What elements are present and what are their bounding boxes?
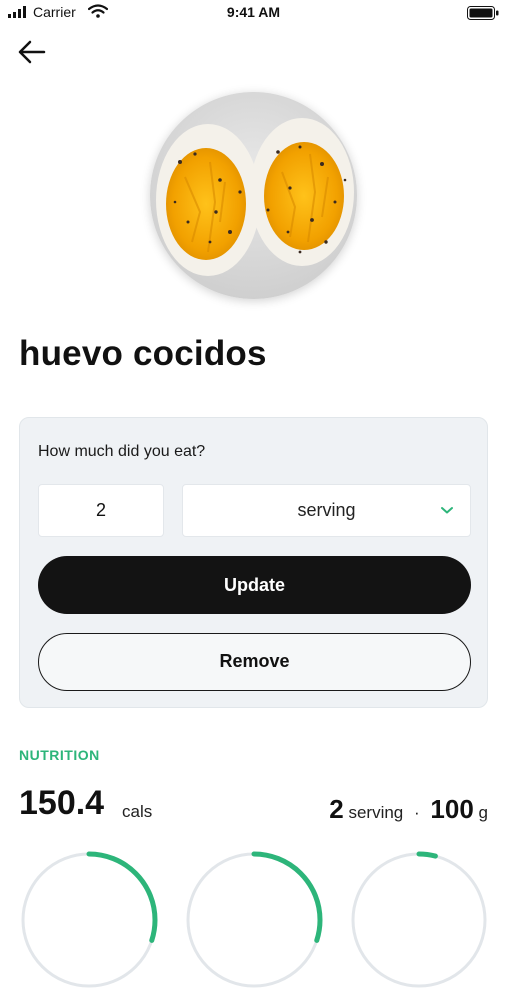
weight-unit: g	[478, 803, 488, 822]
serving-summary: 2 serving · 100 g	[329, 794, 488, 825]
macro-ring-2	[185, 851, 323, 989]
quantity-input[interactable]	[38, 484, 164, 537]
macro-ring-1	[20, 851, 158, 989]
weight-value: 100	[430, 794, 474, 824]
food-title: huevo cocidos	[19, 334, 267, 373]
servings-count: 2	[329, 794, 344, 824]
back-button[interactable]	[14, 38, 48, 66]
food-photo	[150, 92, 357, 299]
back-arrow-icon	[18, 40, 46, 64]
battery-icon	[467, 6, 499, 20]
update-button[interactable]: Update	[38, 556, 471, 614]
unit-select-value: serving	[297, 500, 356, 520]
servings-unit: serving	[348, 803, 404, 822]
remove-button[interactable]: Remove	[38, 633, 471, 691]
status-time: 9:41 AM	[226, 4, 281, 20]
portion-question: How much did you eat?	[38, 443, 206, 460]
status-bar: Carrier 9:41 AM	[0, 0, 507, 26]
macro-ring-3	[350, 851, 488, 989]
unit-select[interactable]: serving	[182, 484, 471, 537]
portion-card: How much did you eat? serving Update Rem…	[19, 417, 488, 708]
calories-value: 150.4	[19, 784, 105, 822]
boiled-egg-image	[150, 92, 357, 299]
separator-dot: ·	[414, 803, 420, 822]
calories-unit: cals	[122, 802, 153, 821]
chevron-down-icon	[441, 507, 453, 514]
nutrition-section-label: NUTRITION	[19, 747, 100, 763]
